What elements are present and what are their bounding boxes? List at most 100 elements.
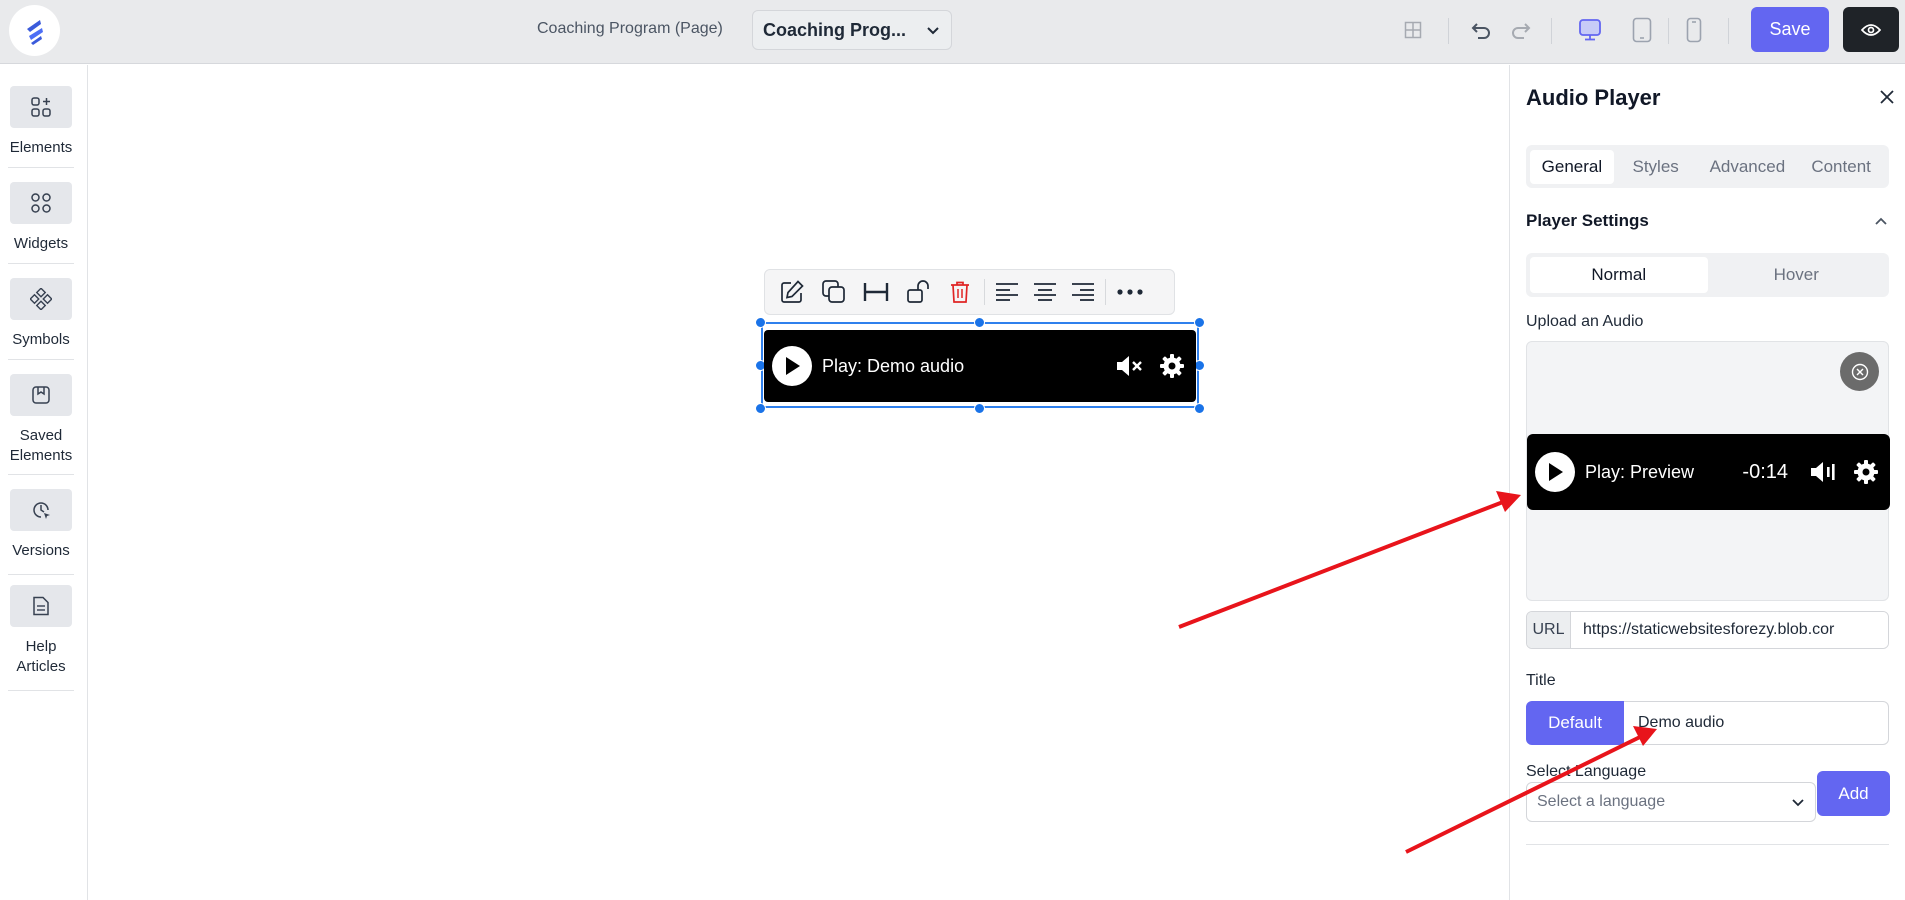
resize-handle[interactable] — [1194, 317, 1205, 328]
add-language-button[interactable]: Add — [1817, 771, 1890, 816]
align-center-button[interactable] — [1026, 273, 1064, 311]
grid-layout-button[interactable] — [1398, 15, 1428, 45]
toolbar-divider — [1668, 18, 1669, 44]
app-logo[interactable] — [9, 5, 60, 56]
help-articles-icon — [10, 585, 72, 627]
redo-button[interactable] — [1506, 15, 1536, 45]
more-icon — [1117, 289, 1143, 295]
close-circle-icon — [1851, 363, 1868, 380]
language-label: Select Language — [1526, 763, 1647, 780]
versions-icon — [10, 489, 72, 531]
preview-settings-button[interactable] — [1850, 456, 1882, 488]
toolbar-divider — [984, 279, 985, 305]
tablet-view-button[interactable] — [1627, 15, 1657, 45]
volume-icon — [1811, 462, 1835, 482]
edit-button[interactable] — [771, 273, 813, 311]
audio-preview-player[interactable]: Play: Preview -0:14 — [1527, 434, 1890, 510]
audio-player-element[interactable]: Play: Demo audio — [764, 330, 1196, 402]
full-width-button[interactable] — [855, 273, 897, 311]
tab-general[interactable]: General — [1530, 149, 1614, 184]
sidebar-item-elements[interactable]: Elements — [8, 86, 74, 158]
sidebar-item-help-articles[interactable]: Help Articles — [8, 585, 74, 677]
url-input[interactable] — [1571, 612, 1888, 648]
panel-title: Audio Player — [1526, 85, 1661, 110]
sidebar-item-label: Elements — [9, 139, 73, 156]
player-settings-button[interactable] — [1156, 350, 1188, 382]
sidebar-item-label: Symbols — [12, 331, 70, 348]
align-left-icon — [996, 283, 1018, 301]
resize-handle[interactable] — [974, 317, 985, 328]
sidebar-item-label: Saved Elements — [9, 427, 73, 464]
volume-mute-icon — [1117, 356, 1142, 376]
top-bar: Coaching Program (Page) Coaching Prog... — [0, 0, 1905, 64]
remove-audio-button[interactable] — [1840, 352, 1879, 391]
resize-handle[interactable] — [755, 317, 766, 328]
preview-time: -0:14 — [1742, 460, 1788, 483]
duplicate-button[interactable] — [813, 273, 855, 311]
tablet-icon — [1632, 17, 1652, 43]
symbols-icon — [10, 278, 72, 320]
more-options-button[interactable] — [1109, 273, 1151, 311]
toolbar-divider — [1551, 18, 1552, 44]
desktop-view-button[interactable] — [1575, 15, 1605, 45]
mobile-icon — [1686, 17, 1702, 43]
player-title: Play: Demo audio — [822, 355, 965, 376]
gear-icon — [1854, 460, 1878, 484]
gear-icon — [1160, 354, 1184, 378]
title-label: Title — [1526, 672, 1556, 689]
chevron-down-icon — [1792, 799, 1804, 807]
sidebar-item-widgets[interactable]: Widgets — [8, 182, 74, 254]
resize-handle[interactable] — [755, 403, 766, 414]
page-select[interactable]: Coaching Prog... — [752, 10, 952, 50]
width-icon — [863, 283, 889, 301]
sidebar-divider — [8, 474, 74, 475]
undo-icon — [1471, 23, 1490, 39]
resize-handle[interactable] — [974, 403, 985, 414]
sidebar-item-label: Widgets — [13, 235, 69, 252]
resize-handle[interactable] — [1194, 403, 1205, 414]
title-default-button[interactable]: Default — [1526, 701, 1624, 745]
save-button[interactable]: Save — [1751, 7, 1829, 52]
sidebar-divider — [8, 263, 74, 264]
editor-canvas[interactable] — [89, 65, 1509, 900]
undo-button[interactable] — [1466, 15, 1496, 45]
delete-button[interactable] — [939, 273, 981, 311]
tab-content[interactable]: Content — [1797, 150, 1885, 184]
close-icon — [1880, 90, 1894, 104]
toolbar-divider — [1448, 18, 1449, 44]
align-center-icon — [1034, 283, 1056, 301]
toolbar-divider — [1105, 279, 1106, 305]
preview-play-button[interactable] — [1535, 452, 1575, 492]
play-icon — [1549, 463, 1563, 481]
state-hover[interactable]: Hover — [1708, 257, 1886, 293]
mute-button[interactable] — [1114, 350, 1146, 382]
align-right-button[interactable] — [1064, 273, 1102, 311]
sidebar-item-saved-elements[interactable]: Saved Elements — [8, 374, 74, 466]
player-settings-header[interactable]: Player Settings — [1526, 211, 1889, 231]
sidebar-item-symbols[interactable]: Symbols — [8, 278, 74, 350]
language-select[interactable]: Select a language — [1526, 782, 1816, 822]
tab-advanced[interactable]: Advanced — [1698, 150, 1798, 184]
eye-icon — [1861, 23, 1881, 36]
unlock-icon — [907, 280, 929, 303]
url-label: URL — [1527, 612, 1571, 648]
sidebar-item-versions[interactable]: Versions — [8, 489, 74, 561]
close-panel-button[interactable] — [1875, 85, 1899, 109]
title-input[interactable] — [1624, 701, 1889, 745]
sidebar-item-label: Versions — [12, 542, 70, 559]
tab-styles[interactable]: Styles — [1614, 150, 1698, 184]
element-toolbar — [764, 269, 1175, 315]
preview-volume-button[interactable] — [1808, 456, 1840, 488]
audio-upload-area[interactable]: Play: Preview -0:14 — [1526, 341, 1890, 601]
copy-icon — [822, 280, 845, 303]
play-button[interactable] — [772, 346, 812, 386]
mobile-view-button[interactable] — [1679, 15, 1709, 45]
chevron-up-icon — [1875, 217, 1887, 225]
lock-button[interactable] — [897, 273, 939, 311]
state-normal[interactable]: Normal — [1530, 257, 1708, 293]
desktop-icon — [1579, 19, 1601, 41]
play-icon — [786, 357, 800, 375]
align-left-button[interactable] — [988, 273, 1026, 311]
title-field-group: Default — [1526, 701, 1889, 745]
preview-button[interactable] — [1843, 7, 1899, 52]
